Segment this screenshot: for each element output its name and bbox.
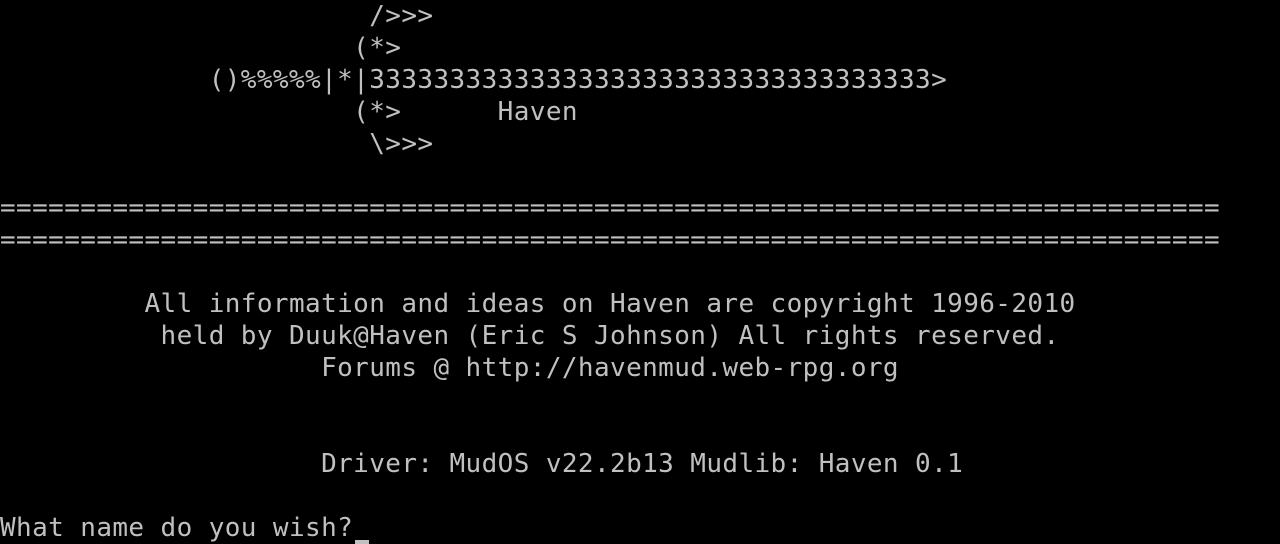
- banner-art-line-4: (*> Haven: [0, 97, 578, 127]
- name-prompt[interactable]: What name do you wish?: [0, 512, 370, 544]
- banner-art-line-3: ()%%%%%|*|333333333333333333333333333333…: [0, 65, 948, 95]
- name-prompt-text: What name do you wish?: [0, 513, 354, 543]
- separator-line-2: ========================================…: [0, 225, 1221, 255]
- text-cursor: [355, 540, 370, 544]
- terminal-screen[interactable]: />>> (*> ()%%%%%|*|333333333333333333333…: [0, 0, 1280, 544]
- driver-info-line: Driver: MudOS v22.2b13 Mudlib: Haven 0.1: [0, 449, 964, 479]
- banner-art-line-2: (*>: [0, 33, 402, 63]
- copyright-line-1: All information and ideas on Haven are c…: [0, 289, 1076, 319]
- forums-line: Forums @ http://havenmud.web-rpg.org: [0, 353, 899, 383]
- separator-line-1: ========================================…: [0, 193, 1221, 223]
- banner-art-line-1: />>>: [0, 1, 434, 31]
- banner-art-line-5: \>>>: [0, 129, 434, 159]
- copyright-line-2: held by Duuk@Haven (Eric S Johnson) All …: [0, 321, 1060, 351]
